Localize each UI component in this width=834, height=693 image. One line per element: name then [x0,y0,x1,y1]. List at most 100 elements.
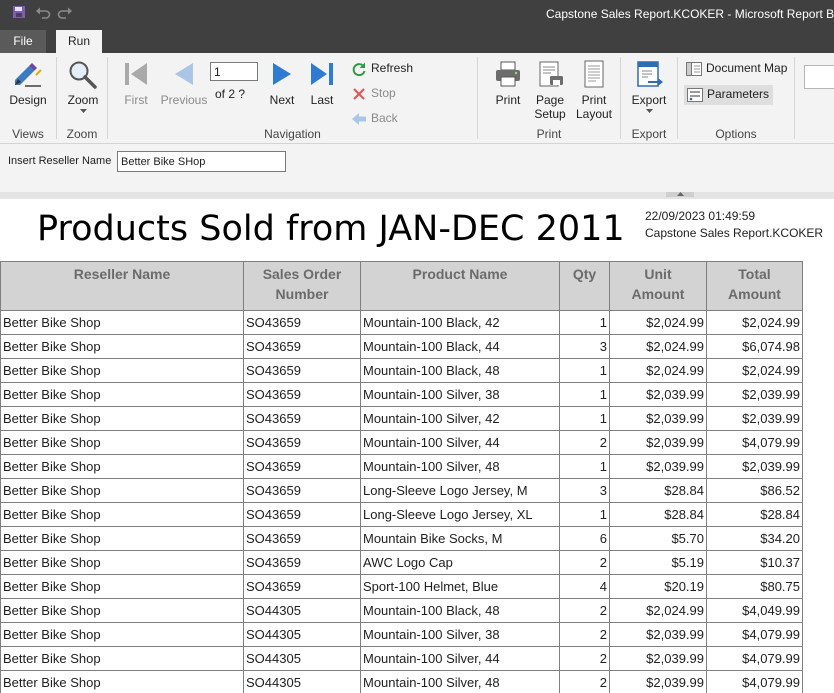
reseller-name-cell: Better Bike Shop [0,430,244,455]
table-row: Better Bike Shop SO43659 Mountain Bike Soc… [0,526,803,551]
stop-label: Stop [371,86,396,101]
reseller-name-cell: Better Bike Shop [0,310,244,335]
table-row: Better Bike Shop SO44305 Mountain-100 Blac… [0,598,803,623]
current-page-input[interactable]: 1 [210,62,258,81]
total-amount-cell: $2,024.99 [706,358,803,383]
column-header: Qty [559,261,610,311]
next-page-button[interactable]: Next [266,59,298,107]
column-header: Total Amount [706,261,803,311]
table-row: Better Bike Shop SO43659 Mountain-100 Silv… [0,382,803,407]
qty-cell: 3 [559,334,610,359]
report-table: Reseller Name Sales Order Number Product Na… [0,261,803,693]
ribbon-separator [794,57,795,139]
last-page-button[interactable]: Last [306,59,338,107]
tab-file[interactable]: File [0,30,46,53]
table-row: Better Bike Shop SO43659 Long-Sleeve Logo … [0,502,803,527]
document-map-label: Document Map [706,61,788,75]
reseller-name-cell: Better Bike Shop [0,406,244,431]
sales-order-cell: SO43659 [243,478,361,503]
total-amount-cell: $80.75 [706,574,803,599]
report-name: Capstone Sales Report.KCOKER [645,226,824,240]
save-icon[interactable] [12,5,26,22]
product-name-cell: Mountain-100 Silver, 44 [360,430,560,455]
refresh-label: Refresh [371,61,414,76]
zoom-button[interactable]: Zoom [61,59,105,113]
product-name-cell: Mountain-100 Black, 42 [360,310,560,335]
qty-cell: 4 [559,574,610,599]
zoom-group: Zoom Zoom [57,53,107,143]
column-header-line1: Total [738,266,771,282]
print-button[interactable]: Print [488,59,528,107]
window-title: Capstone Sales Report.KCOKER - Microsoft… [546,7,834,21]
total-amount-cell: $2,039.99 [706,406,803,431]
parameter-pane-splitter[interactable] [0,192,834,199]
product-name-cell: Mountain-100 Silver, 44 [360,646,560,671]
parameters-button[interactable]: Parameters [684,85,774,105]
redo-icon[interactable] [57,5,73,22]
collapse-grip[interactable] [666,192,694,197]
unit-amount-cell: $5.19 [609,550,707,575]
table-row: Better Bike Shop SO43659 AWC Logo Cap 2 $5.1… [0,550,803,575]
print-layout-button[interactable]: Print Layout [572,59,616,121]
qty-cell: 3 [559,478,610,503]
table-row: Better Bike Shop SO43659 Mountain-100 Silv… [0,406,803,431]
table-row: Better Bike Shop SO43659 Mountain-100 Silv… [0,454,803,479]
stop-button[interactable]: Stop [351,86,396,102]
parameters-icon [687,87,703,102]
reseller-name-cell: Better Bike Shop [0,550,244,575]
column-header-line2: Amount [631,286,685,302]
column-header-line1: Reseller Name [73,266,171,282]
navigation-group: First Previous 1 of 2 ? Next Last Refres… [108,53,477,143]
chevron-down-icon [79,109,87,113]
refresh-icon [352,62,366,77]
unit-amount-cell: $2,039.99 [609,382,707,407]
qty-cell: 2 [559,430,610,455]
column-header-line2: Amount [728,286,781,302]
printer-icon [496,61,520,87]
design-label: Design [9,93,47,107]
options-group-label: Options [715,127,757,141]
undo-icon[interactable] [35,5,51,22]
design-button[interactable]: Design [6,59,50,107]
reseller-name-cell: Better Bike Shop [0,646,244,671]
print-layout-label-line2: Layout [575,107,613,121]
back-label: Back [371,111,398,126]
column-header: Sales Order Number [243,261,361,311]
table-row: Better Bike Shop SO44305 Mountain-100 Silv… [0,670,803,693]
product-name-cell: AWC Logo Cap [360,550,560,575]
parameter-pane: Insert Reseller Name Better Bike SHop [0,144,834,192]
total-amount-cell: $4,049.99 [706,598,803,623]
refresh-button[interactable]: Refresh [351,61,413,77]
qty-cell: 1 [559,382,610,407]
first-page-button[interactable]: First [116,59,156,107]
table-row: Better Bike Shop SO43659 Sport-100 Helmet,… [0,574,803,599]
previous-page-icon [175,63,193,85]
chevron-down-icon [645,109,653,113]
sales-order-cell: SO43659 [243,382,361,407]
document-map-button[interactable]: Document Map [686,61,787,76]
tab-run[interactable]: Run [56,30,102,53]
qty-cell: 1 [559,406,610,431]
report-viewer[interactable]: Products Sold from JAN-DEC 2011 22/09/20… [0,199,834,693]
options-group: Document Map Parameters Options [678,53,794,143]
reseller-name-cell: Better Bike Shop [0,454,244,479]
previous-page-button[interactable]: Previous [160,59,208,107]
total-amount-cell: $6,074.98 [706,334,803,359]
document-map-icon [686,61,702,76]
export-button[interactable]: Export [627,59,671,113]
qty-cell: 2 [559,646,610,671]
qty-cell: 1 [559,358,610,383]
next-page-icon [273,63,291,85]
back-button[interactable]: Back [351,111,398,127]
reseller-name-input[interactable]: Better Bike SHop [117,151,286,172]
page-setup-button[interactable]: Page Setup [528,59,572,121]
sales-order-cell: SO43659 [243,430,361,455]
reseller-name-cell: Better Bike Shop [0,526,244,551]
print-group: Print Page Setup Print Layout Print [478,53,620,143]
unit-amount-cell: $2,039.99 [609,454,707,479]
report-run-date: 22/09/2023 01:49:59 [645,209,756,223]
table-header-row: Reseller Name Sales Order Number Product Na… [0,261,803,311]
total-amount-cell: $2,024.99 [706,310,803,335]
chevron-up-icon [676,192,684,196]
product-name-cell: Mountain-100 Black, 48 [360,358,560,383]
